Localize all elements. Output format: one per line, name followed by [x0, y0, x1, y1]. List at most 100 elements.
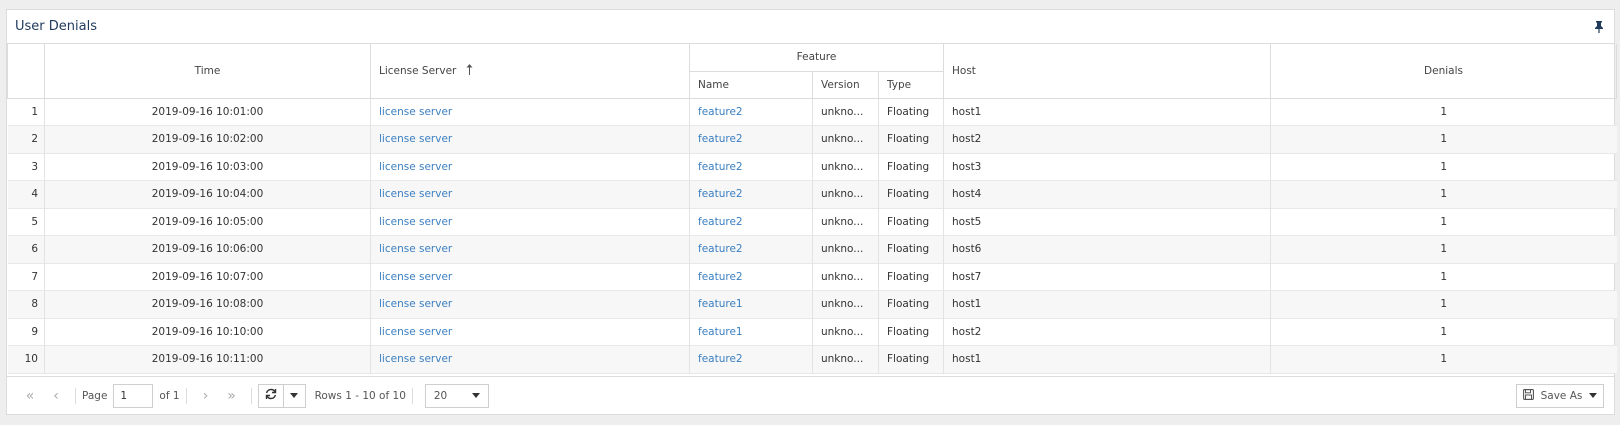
feature-version-cell: unkno...: [812, 235, 879, 263]
time-cell: 2019-09-16 10:08:00: [44, 290, 371, 318]
table-row[interactable]: 10 2019-09-16 10:11:00 license server featu…: [7, 345, 1617, 373]
table-row[interactable]: 8 2019-09-16 10:08:00 license server featur…: [7, 290, 1617, 318]
feature-name-header[interactable]: Name: [689, 71, 813, 99]
feature-version-cell: unkno...: [821, 243, 864, 256]
page-count-label: of 1: [159, 389, 180, 402]
feature-name-cell: feature2: [689, 263, 813, 291]
pin-icon[interactable]: [1592, 20, 1606, 34]
row-number-cell: 10: [24, 353, 38, 366]
license-server-link[interactable]: license server: [379, 326, 452, 338]
first-page-icon[interactable]: «: [17, 384, 43, 408]
feature-name-link[interactable]: feature2: [698, 216, 743, 228]
time-header[interactable]: Time: [44, 44, 371, 99]
denials-cell: 1: [1440, 160, 1448, 173]
host-cell: host1: [943, 290, 1271, 318]
feature-name-cell: feature2: [689, 98, 813, 126]
license-server-link[interactable]: license server: [379, 216, 452, 228]
feature-type-cell: Floating: [877, 208, 944, 236]
license-server-link[interactable]: license server: [379, 243, 452, 255]
table-row[interactable]: 2 2019-09-16 10:02:00 license server featur…: [7, 125, 1617, 153]
next-page-icon[interactable]: ›: [193, 384, 219, 408]
refresh-button[interactable]: [257, 383, 284, 408]
table-row[interactable]: 9 2019-09-16 10:10:00 license server featur…: [7, 318, 1617, 346]
denials-header[interactable]: Denials: [1270, 44, 1618, 99]
license-server-header[interactable]: License Server: [370, 44, 690, 99]
time-cell: 2019-09-16 10:11:00: [44, 345, 371, 373]
time-cell: 2019-09-16 10:01:00: [44, 98, 371, 126]
feature-type-cell: Floating: [877, 345, 944, 373]
feature-version-header[interactable]: Version: [812, 71, 879, 99]
feature-version-cell: unkno...: [821, 270, 864, 283]
host-header[interactable]: Host: [943, 44, 1272, 99]
feature-version-cell: unkno...: [812, 290, 879, 318]
feature-type-cell: Floating: [887, 215, 930, 228]
license-server-link[interactable]: license server: [379, 106, 452, 118]
table-row[interactable]: 7 2019-09-16 10:07:00 license server featur…: [7, 263, 1617, 291]
row-number-cell: 1: [8, 98, 45, 126]
user-denials-panel: User Denials Time License Server Feature: [6, 9, 1618, 415]
refresh-options-button[interactable]: [283, 383, 306, 408]
row-number-cell: 4: [31, 188, 38, 201]
time-cell: 2019-09-16 10:07:00: [151, 270, 264, 283]
host-cell: host2: [952, 133, 982, 146]
feature-name-cell: feature2: [689, 235, 813, 263]
host-cell: host1: [952, 353, 982, 366]
feature-name-link[interactable]: feature2: [698, 161, 743, 173]
host-cell: host1: [952, 298, 982, 311]
license-server-link[interactable]: license server: [379, 353, 452, 365]
table-row[interactable]: 6 2019-09-16 10:06:00 license server featur…: [7, 235, 1617, 263]
host-cell: host7: [943, 263, 1271, 291]
license-server-link[interactable]: license server: [379, 298, 452, 310]
feature-name-link[interactable]: feature2: [698, 271, 743, 283]
denials-cell: 1: [1270, 208, 1617, 236]
feature-version-cell: unkno...: [812, 153, 879, 181]
denials-cell: 1: [1270, 180, 1617, 208]
host-cell: host6: [943, 235, 1271, 263]
license-server-link[interactable]: license server: [379, 161, 452, 173]
feature-version-cell: unkno...: [821, 353, 864, 366]
pagination-bar: « ‹ Page of 1 › » Rows 1 - 10 of 10 20: [7, 376, 1614, 414]
feature-name-link[interactable]: feature1: [698, 298, 743, 310]
feature-name-link[interactable]: feature2: [698, 353, 743, 365]
feature-name-link[interactable]: feature2: [698, 106, 743, 118]
feature-type-cell: Floating: [877, 98, 944, 126]
feature-name-cell: feature2: [689, 208, 813, 236]
row-number-cell: 5: [31, 215, 38, 228]
page-number-input[interactable]: [113, 383, 154, 408]
row-number-cell: 8: [31, 298, 38, 311]
time-cell: 2019-09-16 10:04:00: [151, 188, 264, 201]
feature-name-link[interactable]: feature2: [698, 133, 743, 145]
license-server-link[interactable]: license server: [379, 188, 452, 200]
feature-name-link[interactable]: feature1: [698, 326, 743, 338]
page-size-select[interactable]: 20: [424, 383, 489, 408]
time-cell: 2019-09-16 10:08:00: [151, 298, 264, 311]
feature-version-cell: unkno...: [821, 298, 864, 311]
table-row[interactable]: 5 2019-09-16 10:05:00 license server featur…: [7, 208, 1617, 236]
feature-type-cell: Floating: [887, 353, 930, 366]
prev-page-icon[interactable]: ‹: [43, 384, 69, 408]
time-cell: 2019-09-16 10:10:00: [151, 325, 264, 338]
feature-type-cell: Floating: [877, 263, 944, 291]
row-number-cell: 7: [8, 263, 45, 291]
feature-version-cell: unkno...: [812, 125, 879, 153]
host-cell: host2: [943, 125, 1271, 153]
denials-cell: 1: [1440, 353, 1448, 366]
feature-version-cell: unkno...: [812, 180, 879, 208]
license-server-link[interactable]: license server: [379, 133, 452, 145]
feature-name-link[interactable]: feature2: [698, 188, 743, 200]
time-cell: 2019-09-16 10:06:00: [44, 235, 371, 263]
license-server-cell: license server: [370, 125, 690, 153]
table-row[interactable]: 4 2019-09-16 10:04:00 license server featur…: [7, 180, 1617, 208]
table-row[interactable]: 1 2019-09-16 10:01:00 license server featur…: [7, 98, 1617, 126]
time-cell: 2019-09-16 10:05:00: [151, 215, 264, 228]
divider: [411, 387, 413, 404]
feature-name-link[interactable]: feature2: [698, 243, 743, 255]
feature-type-header[interactable]: Type: [877, 71, 945, 99]
save-as-button[interactable]: Save As: [1516, 383, 1604, 408]
last-page-icon[interactable]: »: [219, 384, 245, 408]
host-cell: host2: [943, 318, 1271, 346]
feature-type-cell: Floating: [877, 235, 944, 263]
license-server-header-label: License Server: [379, 64, 457, 77]
license-server-link[interactable]: license server: [379, 271, 452, 283]
table-row[interactable]: 3 2019-09-16 10:03:00 license server featur…: [7, 153, 1617, 181]
